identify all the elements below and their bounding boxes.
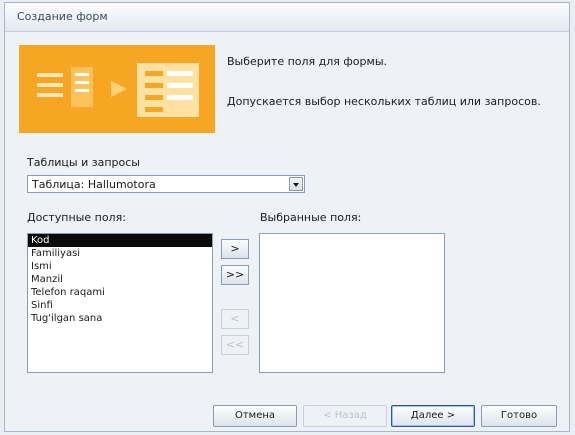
instruction-primary: Выберите поля для формы. [227, 55, 387, 68]
list-item[interactable]: Tug'ilgan sana [28, 312, 212, 325]
list-item[interactable]: Telefon raqami [28, 286, 212, 299]
list-item[interactable]: Ismi [28, 260, 212, 273]
available-fields-label: Доступные поля: [27, 211, 126, 224]
dropdown-arrow-icon[interactable] [289, 177, 303, 191]
selected-fields-list[interactable] [259, 233, 445, 373]
add-all-fields-button[interactable]: >> [221, 265, 249, 285]
window-title: Создание форм [17, 10, 108, 23]
tables-queries-value: Таблица: Hallumotora [32, 178, 156, 191]
list-item[interactable]: Sinfi [28, 299, 212, 312]
form-wizard-dialog: Создание форм Выберите поля для формы. Д… [4, 2, 570, 432]
next-button[interactable]: Далее > [391, 405, 475, 427]
wizard-illustration [19, 45, 215, 133]
selected-fields-label: Выбранные поля: [260, 211, 362, 224]
add-field-button[interactable]: > [221, 239, 249, 259]
remove-all-fields-button[interactable]: << [221, 335, 249, 355]
tables-queries-label: Таблицы и запросы [27, 156, 140, 169]
wizard-illustration-graphic [19, 45, 215, 133]
remove-field-button[interactable]: < [221, 309, 249, 329]
title-bar: Создание форм [5, 3, 569, 32]
finish-button[interactable]: Готово [481, 405, 557, 427]
list-item[interactable]: Familiyasi [28, 247, 212, 260]
tables-queries-select[interactable]: Таблица: Hallumotora [27, 175, 305, 193]
cancel-button[interactable]: Отмена [213, 405, 297, 427]
back-button[interactable]: < Назад [303, 405, 387, 427]
instruction-secondary: Допускается выбор нескольких таблиц или … [227, 95, 541, 108]
list-item[interactable]: Kod [28, 234, 212, 247]
available-fields-list[interactable]: Kod Familiyasi Ismi Manzil Telefon raqam… [27, 233, 213, 373]
list-item[interactable]: Manzil [28, 273, 212, 286]
